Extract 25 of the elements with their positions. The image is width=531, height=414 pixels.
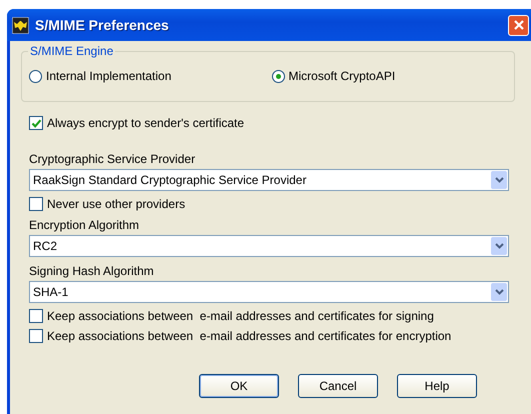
checkbox[interactable] — [29, 309, 43, 323]
window-title: S/MIME Preferences — [35, 17, 170, 33]
checkbox-label: Always encrypt to sender's certificate — [47, 116, 244, 130]
group-title: S/MIME Engine — [28, 44, 116, 58]
checkbox-label: Never use other providers — [47, 197, 186, 211]
radio-label: Microsoft CryptoAPI — [288, 69, 396, 83]
close-button[interactable] — [508, 14, 529, 36]
checkbox[interactable] — [29, 329, 43, 343]
checkbox[interactable] — [29, 116, 43, 130]
dropdown-field[interactable]: RC2 — [29, 235, 509, 257]
field-label: Cryptographic Service Provider — [29, 152, 196, 166]
dialog-button[interactable]: OK — [199, 374, 279, 398]
checkbox-label: Keep associations between e-mail addresses and certificates for signing — [47, 309, 434, 323]
radio-label: Internal Implementation — [46, 69, 172, 83]
field-label: Signing Hash Algorithm — [29, 264, 154, 278]
checkbox-label: Keep associations between e-mail addresses and certificates for encryption — [47, 329, 452, 343]
dropdown-field[interactable]: RaakSign Standard Cryptographic Service Provider — [29, 169, 509, 191]
radio-button[interactable] — [29, 70, 42, 82]
radio-button[interactable] — [272, 70, 284, 82]
close-icon — [512, 19, 524, 31]
dialog-button[interactable]: Cancel — [298, 374, 378, 398]
dropdown-field[interactable]: SHA-1 — [29, 281, 509, 303]
dialog-button[interactable]: Help — [397, 374, 477, 398]
checkbox[interactable] — [29, 197, 43, 211]
field-label: Encryption Algorithm — [29, 218, 140, 232]
